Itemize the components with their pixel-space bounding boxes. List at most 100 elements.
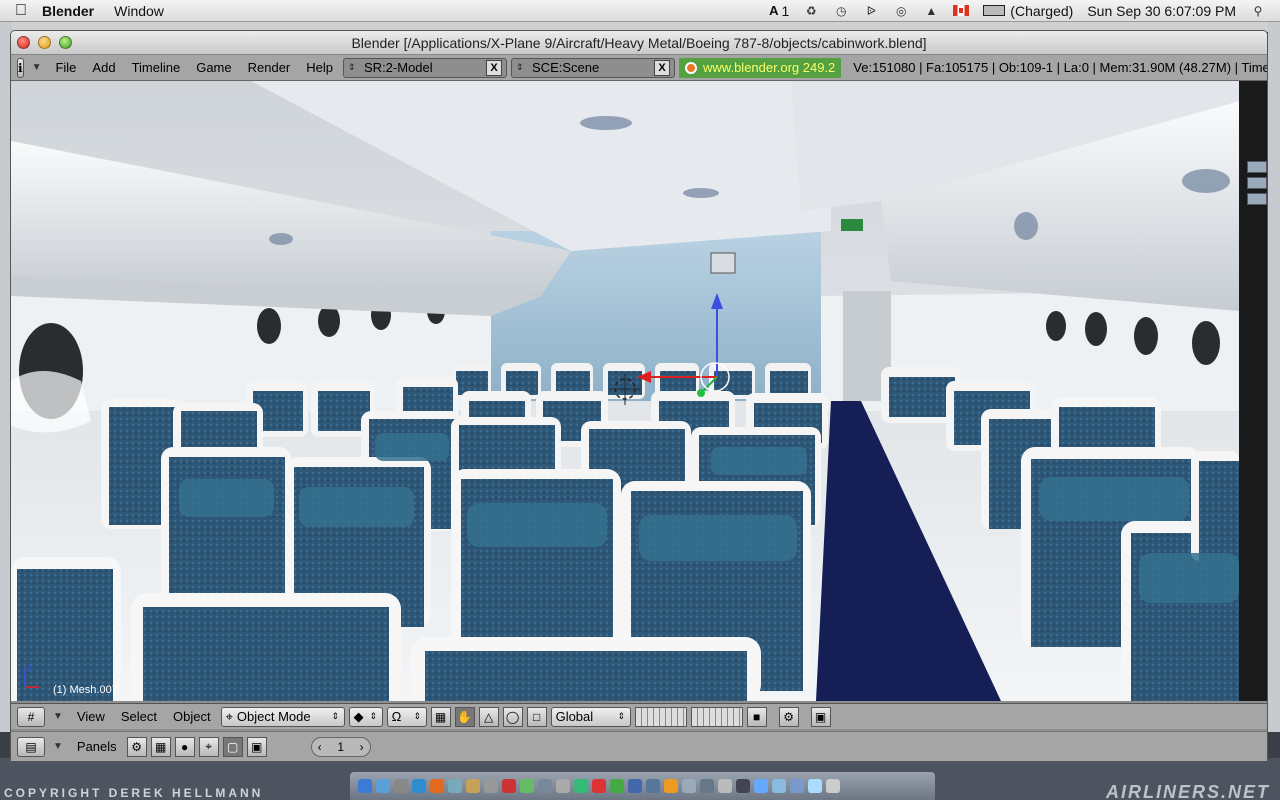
spotlight-icon[interactable]: ⚲ [1250, 4, 1266, 18]
draw-type-selector[interactable]: ◆ ⇕ [348, 706, 383, 727]
dock-app-icon[interactable] [520, 779, 534, 793]
screen-name-field[interactable]: SR:2-Model [364, 60, 482, 75]
menu-help[interactable]: Help [300, 60, 339, 75]
dock-app-icon[interactable] [574, 779, 588, 793]
dock-app-icon[interactable] [718, 779, 732, 793]
menu-file[interactable]: File [49, 60, 82, 75]
dock-app-icon[interactable] [610, 779, 624, 793]
app-menu-blender[interactable]: Blender [42, 3, 94, 19]
clock[interactable]: Sun Sep 30 6:07:09 PM [1087, 3, 1236, 19]
canada-flag-icon[interactable] [953, 5, 970, 16]
battery-status[interactable]: (Charged) [983, 3, 1073, 19]
dock-app-icon[interactable] [808, 779, 822, 793]
panel-thumb-2[interactable] [1247, 177, 1267, 189]
sync-icon[interactable]: ♻ [803, 4, 819, 18]
object-context-icon[interactable]: ⌖ [198, 736, 219, 757]
header-collapse-icon[interactable]: ▼ [49, 741, 67, 752]
menu-view[interactable]: View [71, 709, 111, 724]
header-collapse-icon[interactable]: ▼ [49, 711, 67, 722]
panel-thumb-3[interactable] [1247, 193, 1267, 205]
scene-layers-2[interactable] [690, 706, 743, 727]
dock-app-icon[interactable] [502, 779, 516, 793]
scene-name-field[interactable]: SCE:Scene [532, 60, 650, 75]
blender-logo-icon [685, 61, 698, 74]
delete-screen-icon[interactable]: X [486, 59, 503, 76]
menu-game[interactable]: Game [190, 60, 237, 75]
scene-layers-1[interactable] [634, 706, 687, 727]
panel-thumb-1[interactable] [1247, 161, 1267, 173]
delete-scene-icon[interactable]: X [654, 59, 671, 76]
dock-app-icon[interactable] [736, 779, 750, 793]
dock-app-icon[interactable] [538, 779, 552, 793]
menu-select[interactable]: Select [115, 709, 163, 724]
scene-context-icon[interactable]: ▣ [246, 736, 267, 757]
dock-app-icon[interactable] [448, 779, 462, 793]
dock-app-icon[interactable] [754, 779, 768, 793]
dock [350, 772, 935, 800]
dock-trash-icon[interactable] [826, 779, 840, 793]
menu-timeline[interactable]: Timeline [126, 60, 187, 75]
scene-selector[interactable]: ⇕ SCE:Scene X [511, 57, 676, 78]
volume-icon[interactable]: ▲ [923, 4, 939, 18]
time-machine-icon[interactable]: ◷ [833, 4, 849, 18]
dock-app-icon[interactable] [628, 779, 642, 793]
blender-website-badge[interactable]: www.blender.org 249.2 [679, 57, 842, 78]
menu-render[interactable]: Render [242, 60, 297, 75]
render-preview-icon[interactable]: ⚙ [778, 706, 799, 727]
dock-app-icon[interactable] [556, 779, 570, 793]
window-titlebar[interactable]: Blender [/Applications/X-Plane 9/Aircraf… [11, 31, 1267, 55]
dock-app-icon[interactable] [466, 779, 480, 793]
script-context-icon[interactable]: ▦ [150, 736, 171, 757]
rotate-manipulator-icon[interactable]: ◯ [502, 706, 523, 727]
header-collapse-icon[interactable]: ▼ [28, 62, 46, 73]
dock-app-icon[interactable] [430, 779, 444, 793]
translate-manipulator-icon[interactable]: △ [478, 706, 499, 727]
apple-icon[interactable]:  [0, 2, 42, 20]
increment-icon[interactable]: › [360, 740, 364, 754]
close-window-button[interactable] [17, 36, 30, 49]
dock-app-icon[interactable] [664, 779, 678, 793]
dock-finder-icon[interactable] [358, 779, 372, 793]
wifi-icon[interactable]: ◎ [893, 4, 909, 18]
dock-app-icon[interactable] [412, 779, 426, 793]
dock-app-icon[interactable] [772, 779, 786, 793]
dock-app-icon[interactable] [700, 779, 714, 793]
view3d-window-type-icon[interactable]: # [17, 706, 45, 727]
dock-app-icon[interactable] [394, 779, 408, 793]
minimize-window-button[interactable] [38, 36, 51, 49]
updown-arrows-icon[interactable]: ⇕ [348, 62, 360, 73]
window-controls [17, 36, 72, 49]
orientation-selector[interactable]: Global ⇕ [550, 706, 631, 727]
buttons-window-type-icon[interactable]: ▤ [17, 736, 45, 757]
editing-context-icon[interactable]: ▢ [222, 736, 243, 757]
logic-context-icon[interactable]: ⚙ [126, 736, 147, 757]
menu-window[interactable]: Window [114, 3, 164, 19]
menu-add[interactable]: Add [86, 60, 121, 75]
screen-selector[interactable]: ⇕ SR:2-Model X [343, 57, 508, 78]
3d-viewport[interactable]: z (1) Mesh.007 [11, 81, 1239, 701]
decrement-icon[interactable]: ‹ [318, 740, 322, 754]
snap-icon[interactable]: ▦ [430, 706, 451, 727]
updown-arrows-icon[interactable]: ⇕ [516, 62, 528, 73]
info-window-type-icon[interactable]: ℹ [17, 57, 24, 78]
shading-context-icon[interactable]: ● [174, 736, 195, 757]
panels-label[interactable]: Panels [71, 739, 123, 754]
dropdown-arrows-icon: ⇕ [617, 711, 626, 721]
layer-lock-icon[interactable]: ■ [746, 706, 767, 727]
dock-app-icon[interactable] [592, 779, 606, 793]
menu-object[interactable]: Object [167, 709, 217, 724]
dock-app-icon[interactable] [646, 779, 660, 793]
dock-app-icon[interactable] [790, 779, 804, 793]
scale-manipulator-icon[interactable]: □ [526, 706, 547, 727]
bluetooth-icon[interactable]: ᐉ [863, 4, 879, 18]
mode-selector[interactable]: ⌖ Object Mode ⇕ [220, 706, 345, 727]
dock-app-icon[interactable] [376, 779, 390, 793]
pivot-selector[interactable]: Ω ⇕ [386, 706, 427, 727]
frame-number-field[interactable]: ‹ 1 › [310, 736, 371, 757]
zoom-window-button[interactable] [59, 36, 72, 49]
dock-app-icon[interactable] [484, 779, 498, 793]
render-camera-icon[interactable]: ▣ [810, 706, 831, 727]
input-menu-icon[interactable]: A1 [769, 3, 789, 19]
dock-app-icon[interactable] [682, 779, 696, 793]
manipulator-hand-icon[interactable]: ✋ [454, 706, 475, 727]
